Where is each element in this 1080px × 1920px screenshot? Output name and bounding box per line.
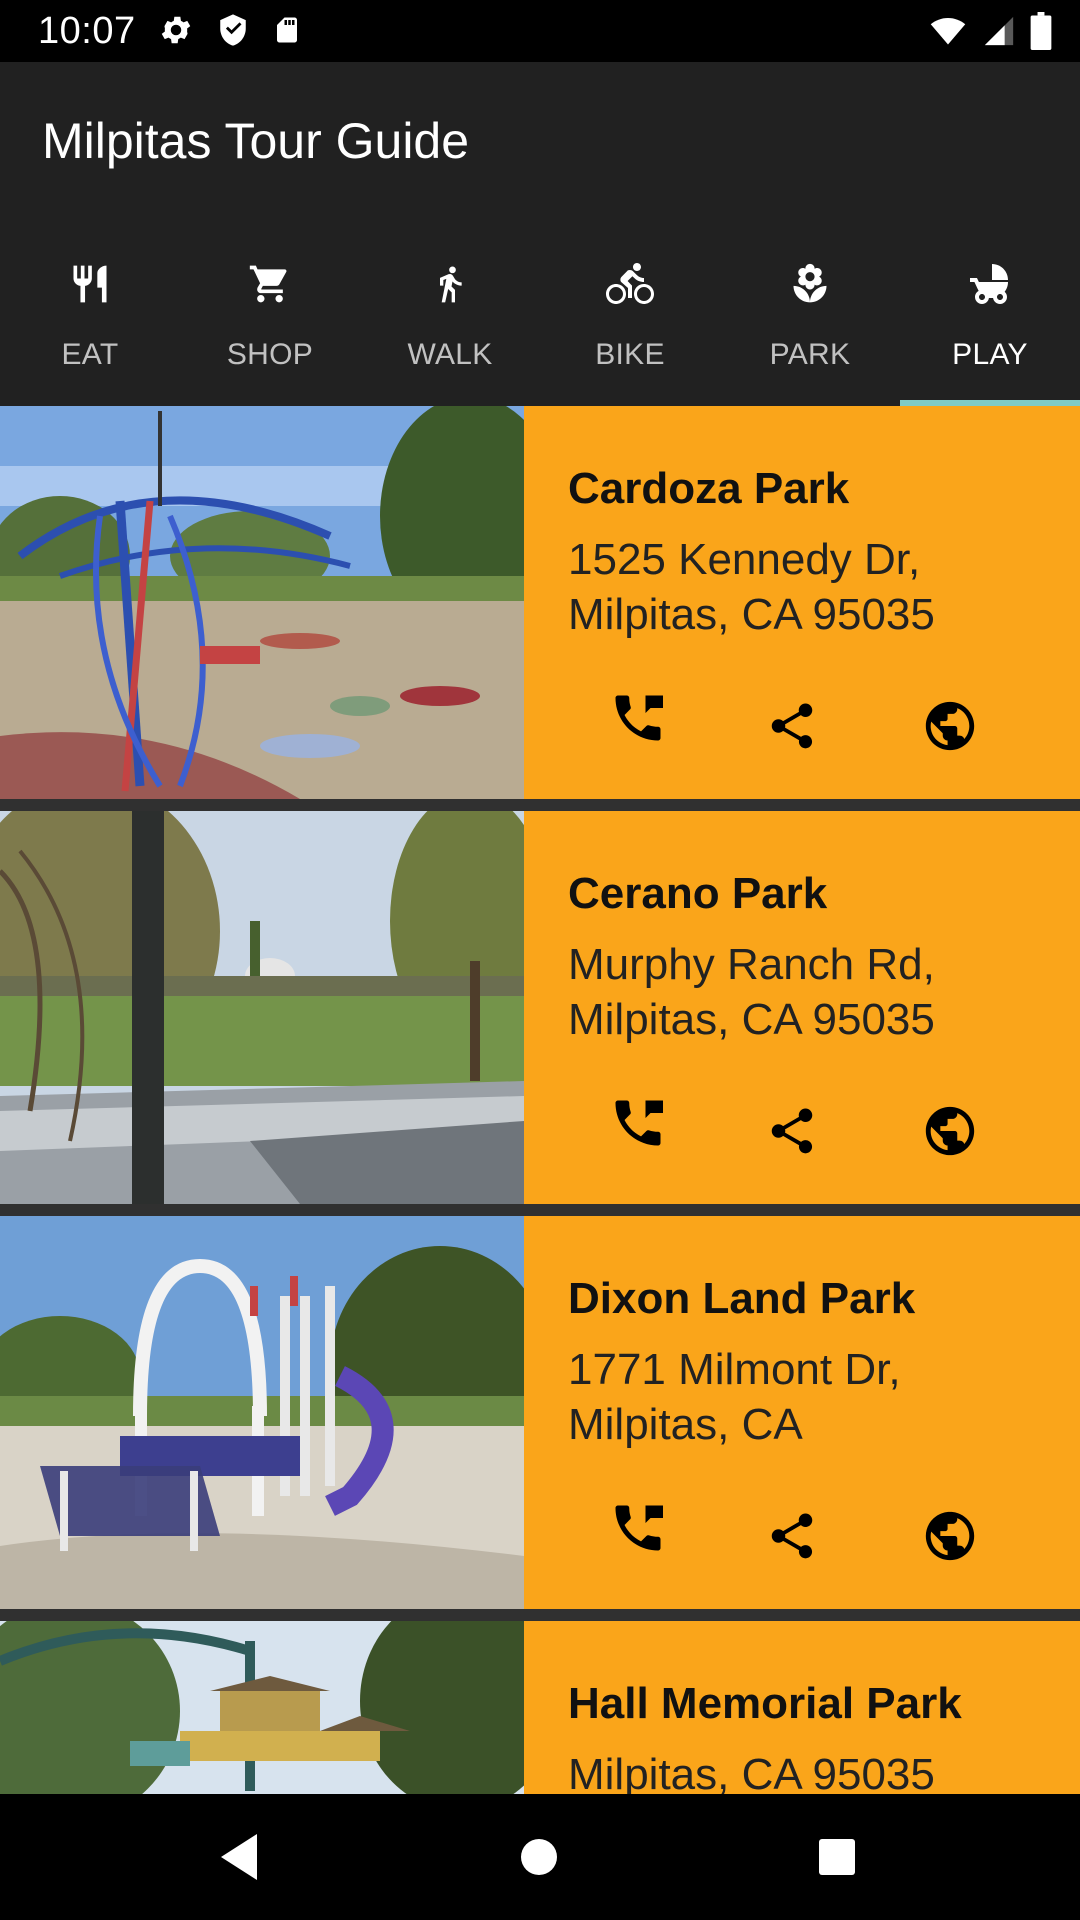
web-icon [921, 1507, 979, 1570]
phone-icon [608, 688, 668, 753]
bike-icon [540, 256, 720, 312]
place-info: Hall Memorial Park Milpitas, CA 95035 [524, 1621, 1080, 1794]
home-button[interactable] [504, 1824, 574, 1894]
status-bar: 10:07 [0, 0, 1080, 62]
share-button[interactable] [762, 1508, 822, 1568]
web-icon [921, 1102, 979, 1165]
tab-label: BIKE [595, 338, 665, 371]
home-icon [519, 1837, 559, 1882]
tab-play[interactable]: PLAY [900, 222, 1080, 406]
walk-icon [360, 256, 540, 312]
website-button[interactable] [920, 1103, 980, 1163]
place-address: 1525 Kennedy Dr, Milpitas, CA 95035 [568, 535, 935, 639]
system-nav-bar [0, 1794, 1080, 1920]
back-button[interactable] [204, 1824, 274, 1894]
wifi-icon [928, 13, 968, 54]
place-actions [524, 1505, 1080, 1564]
share-icon [765, 1509, 819, 1568]
phone-button[interactable] [608, 1500, 668, 1560]
restaurant-icon [0, 256, 180, 312]
place-name: Dixon Land Park [568, 1274, 916, 1323]
app-bar: Milpitas Tour Guide [0, 62, 1080, 222]
shield-icon [216, 12, 250, 53]
share-icon [765, 1104, 819, 1163]
place-card[interactable]: Cerano Park Murphy Ranch Rd, Milpitas, C… [0, 811, 1080, 1204]
stroller-icon [900, 256, 1080, 312]
places-list[interactable]: Cardoza Park 1525 Kennedy Dr, Milpitas, … [0, 406, 1080, 1794]
place-photo [0, 811, 524, 1204]
phone-button[interactable] [608, 690, 668, 750]
back-icon [217, 1832, 261, 1887]
phone-icon [608, 1498, 668, 1563]
shopping-cart-icon [180, 256, 360, 312]
place-photo [0, 406, 524, 799]
place-card[interactable]: Cardoza Park 1525 Kennedy Dr, Milpitas, … [0, 406, 1080, 799]
place-name: Cardoza Park [568, 464, 850, 513]
recents-button[interactable] [802, 1824, 872, 1894]
sd-card-icon [272, 12, 302, 53]
recents-icon [817, 1837, 857, 1882]
place-photo [0, 1216, 524, 1609]
tab-label: PARK [769, 338, 851, 371]
place-name: Hall Memorial Park [568, 1679, 962, 1728]
cell-signal-icon [982, 13, 1016, 54]
tab-label: EAT [61, 338, 119, 371]
status-time: 10:07 [38, 10, 136, 52]
app-title: Milpitas Tour Guide [42, 113, 470, 169]
place-address: Murphy Ranch Rd, Milpitas, CA 95035 [568, 940, 935, 1044]
place-info: Cardoza Park 1525 Kennedy Dr, Milpitas, … [524, 406, 1080, 799]
tab-shop[interactable]: SHOP [180, 222, 360, 406]
place-actions [524, 695, 1080, 754]
place-actions [524, 1100, 1080, 1159]
local-florist-icon [720, 256, 900, 312]
battery-icon [1030, 12, 1052, 55]
tab-label: SHOP [226, 338, 314, 371]
share-button[interactable] [762, 698, 822, 758]
place-address: Milpitas, CA 95035 [568, 1750, 935, 1794]
place-info: Cerano Park Murphy Ranch Rd, Milpitas, C… [524, 811, 1080, 1204]
tab-walk[interactable]: WALK [360, 222, 540, 406]
website-button[interactable] [920, 698, 980, 758]
phone-button[interactable] [608, 1095, 668, 1155]
tab-park[interactable]: PARK [720, 222, 900, 406]
place-card[interactable]: Hall Memorial Park Milpitas, CA 95035 [0, 1621, 1080, 1794]
tab-eat[interactable]: EAT [0, 222, 180, 406]
tab-bike[interactable]: BIKE [540, 222, 720, 406]
web-icon [921, 697, 979, 760]
settings-icon [158, 12, 194, 53]
website-button[interactable] [920, 1508, 980, 1568]
tab-label: WALK [407, 338, 493, 371]
place-photo [0, 1621, 524, 1794]
share-button[interactable] [762, 1103, 822, 1163]
category-tabs: EAT SHOP WALK BIKE PARK PLAY [0, 222, 1080, 406]
tab-label: PLAY [952, 338, 1028, 371]
share-icon [765, 699, 819, 758]
phone-icon [608, 1093, 668, 1158]
place-info: Dixon Land Park 1771 Milmont Dr, Milpita… [524, 1216, 1080, 1609]
place-card[interactable]: Dixon Land Park 1771 Milmont Dr, Milpita… [0, 1216, 1080, 1609]
place-address: 1771 Milmont Dr, Milpitas, CA [568, 1345, 901, 1449]
place-name: Cerano Park [568, 869, 828, 918]
